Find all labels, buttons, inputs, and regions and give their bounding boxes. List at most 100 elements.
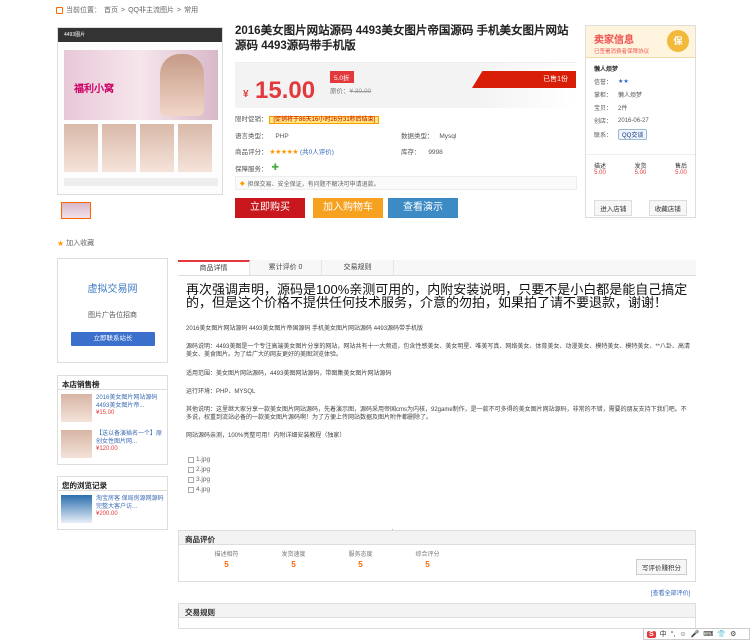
- breadcrumb-home[interactable]: 首页: [104, 5, 118, 15]
- seller-contact: 联系： QQ交谈: [594, 129, 687, 140]
- ime-settings-icon[interactable]: ⚙: [730, 630, 736, 638]
- image-placeholder: 4.jpg: [188, 485, 210, 495]
- image-thumb: [64, 124, 98, 172]
- list-item[interactable]: 淘宝房客 保局房源网源码完整大客户访... ¥200.00: [58, 491, 167, 527]
- ime-mode[interactable]: 中: [660, 629, 667, 639]
- hot-sales-title: 本店销售榜: [58, 376, 167, 390]
- score-value: 5: [291, 560, 296, 569]
- seller-header: 卖家信息 已签署消费者保障协议 保: [586, 26, 695, 58]
- item-price: ¥15.00: [96, 410, 115, 416]
- score-value: 5: [358, 560, 363, 569]
- score-item: 综合评分 5: [394, 549, 461, 569]
- rating-count[interactable]: (共0人评价): [300, 149, 334, 156]
- enter-shop-button[interactable]: 进入店铺: [594, 200, 633, 216]
- item-name[interactable]: 淘宝房客 保局房源网源码完整大客户访...: [96, 495, 164, 511]
- image-footer: [64, 178, 218, 186]
- view-all-reviews-link[interactable]: [查看全部评价]: [651, 588, 690, 597]
- notice-text: 再次强调声明，源码是100%亲测可用的，内附安装说明，只要不是小白都是能自己搞定…: [186, 282, 688, 310]
- breadcrumb-sep: >: [176, 6, 182, 14]
- other-notes: 其他说明：这里继大家分享一款美女图片网站源码，先着演示图，源码采用帝国cms为内…: [186, 407, 687, 421]
- lang-value: PHP: [275, 133, 289, 140]
- image-thumb: [102, 124, 136, 172]
- score-item: 发货速度 5: [260, 549, 327, 569]
- ad-title: 虚拟交易网: [87, 284, 138, 295]
- ime-toolbar[interactable]: S 中 °, ☺ 🎤 ⌨ 👕 ⚙: [643, 628, 750, 640]
- list-item[interactable]: 【送以备演插名一个】原创女性图片网... ¥120.00: [58, 426, 167, 462]
- score-value: 5: [425, 560, 430, 569]
- hot-sales-panel: 本店销售榜 2016美女图片网站源码 4493美女图片帝... ¥15.00 【…: [57, 375, 168, 465]
- image-alt: 1.jpg: [196, 456, 211, 463]
- seller-info: 懒人烦梦 信誉： ★★ 掌柜： 懒人烦梦 宝贝： 2件 创店： 2016-06-…: [586, 58, 695, 150]
- product-title: 2016美女图片网站源码 4493美女图片帝国源码 手机美女图片网站源码 449…: [235, 25, 569, 52]
- buy-now-button[interactable]: 立即购买: [235, 198, 305, 218]
- collect-shop-button[interactable]: 收藏店铺: [648, 200, 687, 216]
- tab-rules[interactable]: 交易规则: [322, 260, 394, 275]
- rating-label: 商品评分：: [235, 149, 268, 156]
- promo-label: 限时促销：: [235, 116, 268, 123]
- item-thumbnail: [61, 394, 92, 422]
- item-price: ¥200.00: [96, 511, 118, 517]
- seller-created: 创店： 2016-06-27: [594, 116, 687, 126]
- tab-details[interactable]: 商品详情: [178, 260, 250, 275]
- original-price-label: 原价：: [330, 88, 350, 95]
- view-demo-button[interactable]: 查看演示: [388, 198, 458, 218]
- image-brand: 福利小窝: [74, 84, 114, 95]
- item-thumbnail: [61, 495, 92, 523]
- shield-icon: ◆: [240, 180, 245, 187]
- favorite-link[interactable]: ★ 加入收藏: [57, 238, 94, 248]
- contact-admin-button[interactable]: 立即联系站长: [71, 332, 155, 346]
- service-row: 保障服务： ✚: [235, 162, 279, 173]
- rules-panel: 交易规则: [178, 603, 696, 629]
- ime-keyboard-icon[interactable]: ⌨: [703, 630, 713, 638]
- breadcrumb-sep: >: [121, 6, 126, 14]
- currency-symbol: ¥: [243, 89, 249, 100]
- detail-images: 1.jpg 2.jpg 3.jpg 4.jpg: [188, 455, 210, 495]
- lang-row: 语言类型： PHP: [235, 130, 289, 140]
- service-label: 保障服务：: [235, 165, 268, 173]
- qq-chat-button[interactable]: QQ交谈: [618, 129, 648, 140]
- discount-badge: 5.0折: [330, 71, 354, 83]
- image-placeholder: 2.jpg: [188, 465, 210, 475]
- rating-desc: 描述 5.00: [594, 161, 606, 176]
- broken-image-icon: [188, 487, 194, 493]
- ime-skin-icon[interactable]: 👕: [717, 630, 726, 638]
- ime-mic-icon[interactable]: 🎤: [691, 630, 700, 638]
- rules-title: 交易规则: [179, 604, 695, 618]
- breadcrumb-cat2[interactable]: 常用: [184, 5, 198, 15]
- image-alt: 4.jpg: [196, 486, 211, 493]
- rating-row: 商品评分： ★★★★★ (共0人评价): [235, 146, 334, 156]
- stock-row: 库存： 9998: [401, 146, 443, 156]
- tab-reviews[interactable]: 累计评价 0: [250, 260, 322, 275]
- image-thumb: [140, 124, 174, 172]
- guarantee-text: 担保交易、安全保证，有问题不解决可申请退款。: [247, 181, 380, 188]
- gallery-thumb[interactable]: [61, 202, 91, 219]
- item-name[interactable]: 2016美女图片网站源码 4493美女图片帝...: [96, 394, 164, 410]
- rating-value: 5.00: [634, 170, 647, 176]
- broken-image-icon: [188, 467, 194, 473]
- seller-name: 懒人烦梦: [594, 67, 619, 73]
- ime-punct-icon[interactable]: °,: [671, 631, 676, 638]
- ime-emoji-icon[interactable]: ☺: [679, 631, 686, 638]
- db-value: Mysql: [439, 133, 457, 140]
- stock-value: 9998: [428, 149, 443, 156]
- lang-label: 语言类型：: [235, 133, 268, 140]
- star-icon: ★: [57, 238, 65, 248]
- product-main-image[interactable]: 4493图片 福利小窝: [57, 27, 223, 195]
- items-label: 宝贝：: [594, 106, 613, 112]
- seller-ratings: 描述 5.00 发货 5.00 售后 5.00: [586, 154, 695, 182]
- review-scores: 描述相符 5 发货速度 5 服务态度 5 综合评分 5: [179, 545, 695, 569]
- list-item[interactable]: 2016美女图片网站源码 4493美女图片帝... ¥15.00: [58, 390, 167, 426]
- score-label: 描述相符: [214, 552, 239, 558]
- image-alt: 3.jpg: [196, 476, 211, 483]
- breadcrumb-cat1[interactable]: QQ非主流图片: [128, 5, 174, 15]
- original-price-value: ¥ 30.00: [349, 88, 372, 95]
- add-to-cart-button[interactable]: 加入购物车: [313, 198, 383, 218]
- write-review-button[interactable]: 写评价赚积分: [636, 559, 687, 575]
- rating-after: 售后 5.00: [675, 161, 687, 176]
- original-price: 原价：¥ 30.00: [330, 85, 371, 95]
- image-thumb: [178, 124, 212, 172]
- item-name[interactable]: 【送以备演插名一个】原创女性图片网...: [96, 430, 164, 446]
- shop-value: 懒人烦梦: [618, 93, 643, 99]
- db-label: 数据类型：: [401, 133, 434, 140]
- breadcrumb-prefix: 当前位置：: [66, 7, 101, 14]
